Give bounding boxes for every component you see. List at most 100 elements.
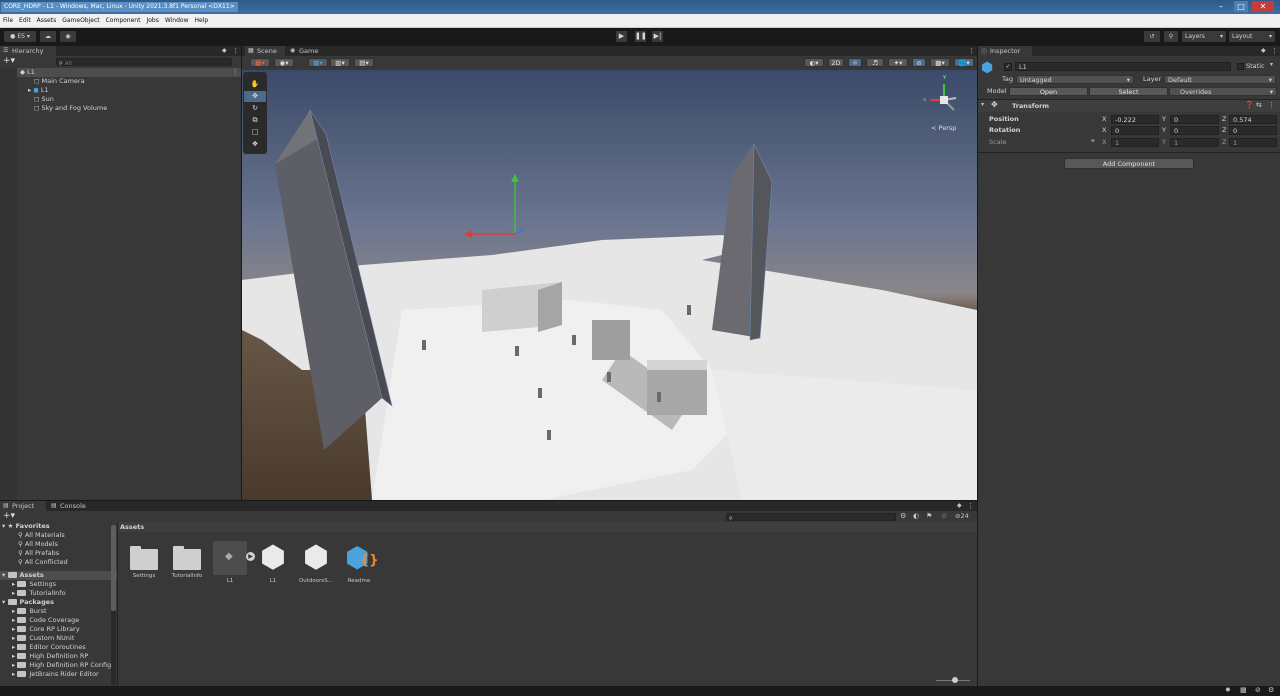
audio-toggle[interactable]: ♬ xyxy=(866,58,884,67)
scale-tool-icon[interactable]: ⧉ xyxy=(244,115,266,126)
scene-viewport[interactable]: ✋ ✥ ↻ ⧉ □ ❖ y x < Persp xyxy=(242,70,977,500)
package-folder[interactable]: ▸ High Definition RP xyxy=(0,652,117,661)
package-folder[interactable]: ▸ High Definition RP Config xyxy=(0,661,117,670)
position-z-input[interactable]: 0.574 xyxy=(1229,115,1277,124)
scrollbar-thumb[interactable] xyxy=(111,525,116,611)
help-icon[interactable]: ❓ xyxy=(1245,101,1254,109)
add-component-button[interactable]: Add Component xyxy=(1064,158,1194,169)
layer-dropdown[interactable]: Default ▾ xyxy=(1164,75,1276,84)
asset-unity-l1[interactable]: ⬢ L1 xyxy=(253,541,293,585)
menu-gameobject[interactable]: GameObject xyxy=(59,14,102,28)
hierarchy-search-input[interactable]: ⚲ All xyxy=(56,58,232,67)
search-by-label-icon[interactable]: ◐ xyxy=(913,512,919,520)
camera-settings-dropdown[interactable]: ▩▾ xyxy=(930,58,950,67)
lighting-toggle[interactable]: ☼ xyxy=(848,58,862,67)
asset-readme[interactable]: ⬢ {} Readme xyxy=(339,541,379,584)
hierarchy-item-sky-and-fog[interactable]: ◻ Sky and Fog Volume xyxy=(0,104,240,113)
scene-visibility-dropdown[interactable]: ◉▾ xyxy=(274,58,294,67)
package-folder[interactable]: ▸ Burst xyxy=(0,607,117,616)
static-dropdown-icon[interactable]: ▾ xyxy=(1270,61,1273,68)
menu-file[interactable]: File xyxy=(0,14,16,28)
tree-folder[interactable]: ▸ Settings xyxy=(0,580,117,589)
zoom-slider-thumb[interactable] xyxy=(952,677,958,683)
shading-dropdown[interactable]: ◐▾ xyxy=(804,58,824,67)
static-checkbox[interactable] xyxy=(1237,63,1244,70)
favorite-star-icon[interactable]: ☆ xyxy=(941,512,947,520)
breadcrumb[interactable]: Assets xyxy=(120,522,144,532)
cache-icon[interactable]: ⊘ xyxy=(1255,686,1261,694)
hierarchy-item-l1[interactable]: ▸ ◼ L1 xyxy=(0,86,240,95)
step-button[interactable]: ▶| xyxy=(652,31,663,42)
rotation-x-input[interactable]: 0 xyxy=(1111,126,1159,135)
scene-kebab-icon[interactable]: ⋮ xyxy=(232,68,239,77)
overrides-dropdown[interactable]: Overrides ▾ xyxy=(1169,87,1277,96)
move-tool-icon[interactable]: ✥ xyxy=(244,91,266,102)
increment-snap-dropdown[interactable]: ▥▾ xyxy=(330,58,350,67)
tag-dropdown[interactable]: Untagged ▾ xyxy=(1016,75,1134,84)
lock-icon[interactable]: ◆ xyxy=(222,47,227,54)
collapse-arrow-icon[interactable]: ▾ xyxy=(981,101,984,108)
play-button[interactable]: ▶ xyxy=(616,31,627,42)
scale-x-input[interactable]: 1 xyxy=(1111,138,1159,147)
favorites-header[interactable]: ▾ ★ Favorites xyxy=(0,522,117,531)
package-folder[interactable]: ▸ Editor Coroutines xyxy=(0,643,117,652)
scene-kebab-icon[interactable]: ⋮ xyxy=(968,47,975,55)
rotation-z-input[interactable]: 0 xyxy=(1229,126,1277,135)
ruler-dropdown[interactable]: ▤▾ xyxy=(354,58,374,67)
tab-hierarchy[interactable]: Hierarchy xyxy=(0,46,56,56)
menu-window[interactable]: Window xyxy=(162,14,192,28)
rect-tool-icon[interactable]: □ xyxy=(244,127,266,138)
add-object-button[interactable]: +▾ xyxy=(3,56,15,66)
menu-jobs[interactable]: Jobs xyxy=(143,14,161,28)
favorite-item[interactable]: ⚲ All Conflicted xyxy=(0,558,117,567)
position-y-input[interactable]: 0 xyxy=(1170,115,1219,124)
history-icon[interactable]: ↺ xyxy=(1144,31,1160,42)
settings-icon[interactable]: ⚙ xyxy=(1268,686,1274,694)
gizmos-dropdown[interactable]: 🌐▾ xyxy=(954,58,974,67)
hierarchy-item-sun[interactable]: ◻ Sun xyxy=(0,95,240,104)
label-icon[interactable]: ⚑ xyxy=(926,512,932,520)
kebab-menu-icon[interactable]: ⋮ xyxy=(232,47,239,55)
search-by-type-icon[interactable]: ⚙ xyxy=(900,512,906,520)
favorite-item[interactable]: ⚲ All Models xyxy=(0,540,117,549)
menu-component[interactable]: Component xyxy=(103,14,144,28)
grid-snap-dropdown[interactable]: ▦▾ xyxy=(308,58,328,67)
scale-z-input[interactable]: 1 xyxy=(1229,138,1277,147)
draw-mode-dropdown[interactable]: ▦▾ xyxy=(250,58,270,67)
account-dropdown[interactable]: ● ES ▾ xyxy=(4,31,36,42)
bug-icon[interactable]: ✸ xyxy=(1225,686,1231,694)
open-button[interactable]: Open xyxy=(1009,87,1088,96)
position-x-input[interactable]: -0.222 xyxy=(1111,115,1159,124)
menu-assets[interactable]: Assets xyxy=(34,14,60,28)
progress-icon[interactable]: ▩ xyxy=(1240,686,1247,694)
menu-help[interactable]: Help xyxy=(192,14,212,28)
asset-folder-tutorialinfo[interactable]: TutorialInfo xyxy=(167,541,207,579)
lock-icon[interactable]: ◆ xyxy=(1261,47,1266,54)
hand-tool-icon[interactable]: ✋ xyxy=(244,79,266,90)
minimize-button[interactable]: – xyxy=(1214,1,1228,12)
scene-row[interactable]: ◆ L1 ⋮ xyxy=(0,68,240,77)
projection-label[interactable]: < Persp xyxy=(931,124,956,132)
preset-icon[interactable]: ⇆ xyxy=(1256,101,1262,109)
hidden-packages-toggle[interactable]: ⊘24 xyxy=(955,512,969,520)
favorite-item[interactable]: ⚲ All Prefabs xyxy=(0,549,117,558)
layers-dropdown[interactable]: Layers ▾ xyxy=(1182,31,1226,42)
rotate-tool-icon[interactable]: ↻ xyxy=(244,103,266,114)
asset-scene-l1[interactable]: ◆ ▶ L1 xyxy=(210,541,255,584)
kebab-menu-icon[interactable]: ⋮ xyxy=(1271,47,1278,55)
lock-icon[interactable]: ◆ xyxy=(957,502,962,509)
fx-dropdown[interactable]: ✦▾ xyxy=(888,58,908,67)
project-search-input[interactable]: ⚲ xyxy=(726,513,896,522)
orientation-gizmo-icon[interactable] xyxy=(922,76,966,120)
tree-folder[interactable]: ▸ TutorialInfo xyxy=(0,589,117,598)
select-button[interactable]: Select xyxy=(1089,87,1168,96)
active-checkbox[interactable]: ✓ xyxy=(1004,63,1012,71)
assets-header[interactable]: ▾ Assets xyxy=(0,571,117,580)
kebab-menu-icon[interactable]: ⋮ xyxy=(967,502,974,510)
package-folder[interactable]: ▸ Code Coverage xyxy=(0,616,117,625)
asset-folder-settings[interactable]: Settings xyxy=(124,541,164,579)
maximize-button[interactable]: □ xyxy=(1234,1,1248,12)
asset-outdoors[interactable]: ⬢ OutdoorsS... xyxy=(296,541,336,585)
package-folder[interactable]: ▸ Custom NUnit xyxy=(0,634,117,643)
transform-tool-icon[interactable]: ❖ xyxy=(244,139,266,150)
